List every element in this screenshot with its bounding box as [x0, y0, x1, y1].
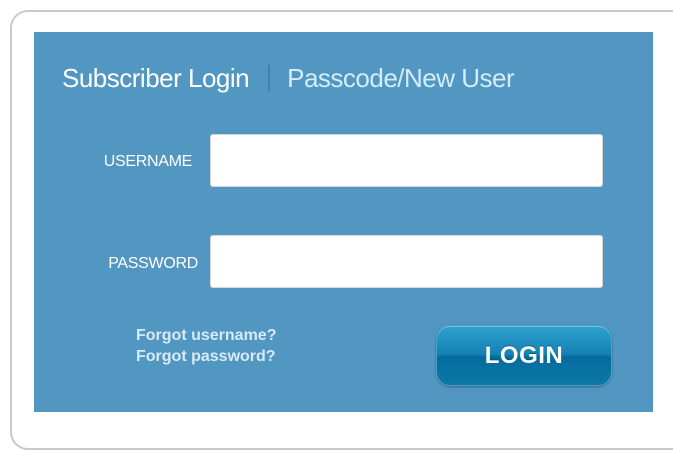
- forgot-username-link[interactable]: Forgot username?: [136, 327, 276, 345]
- login-panel: Subscriber Login Passcode/New User USERN…: [34, 32, 653, 412]
- username-label: USERNAME: [103, 153, 193, 170]
- tab-separator: [268, 65, 271, 91]
- forgot-links: Forgot username? Forgot password?: [136, 327, 276, 366]
- password-label: PASSWORD: [108, 255, 198, 272]
- tab-subscriber-login[interactable]: Subscriber Login: [62, 63, 250, 94]
- forgot-password-link[interactable]: Forgot password?: [136, 348, 276, 366]
- login-button[interactable]: LOGIN: [436, 325, 612, 386]
- login-tabs: Subscriber Login Passcode/New User: [62, 60, 515, 96]
- username-input[interactable]: [210, 134, 603, 187]
- tab-passcode-new-user[interactable]: Passcode/New User: [287, 63, 515, 94]
- password-input[interactable]: [210, 235, 603, 288]
